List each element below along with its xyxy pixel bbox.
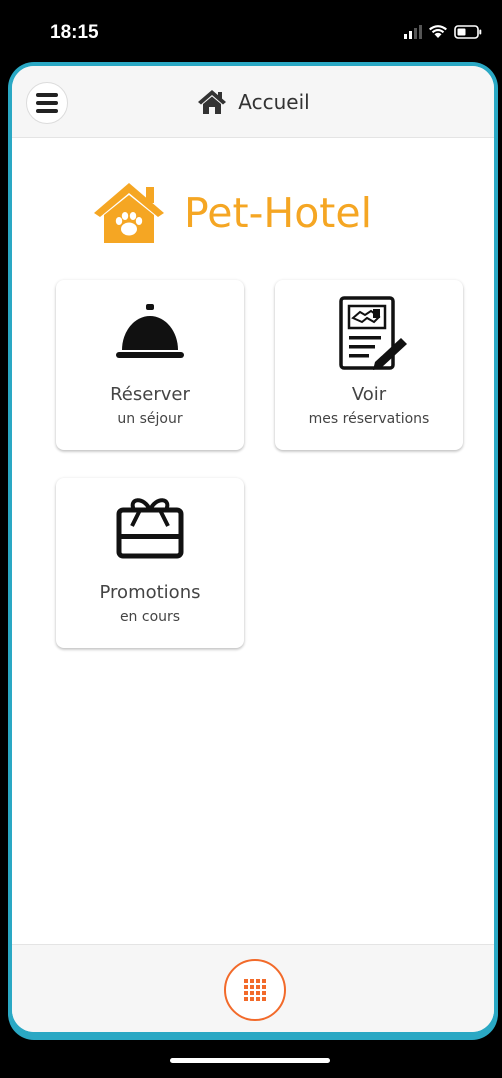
- hamburger-menu-button[interactable]: [26, 82, 68, 124]
- grid-menu-icon: [244, 979, 266, 1001]
- contract-handshake-icon: [339, 296, 407, 370]
- hamburger-icon: [36, 93, 58, 97]
- app-screen: Accueil Pet-Hotel Réserver un séjour Voi…: [12, 66, 494, 1032]
- brand-name: Pet-Hotel: [184, 189, 372, 237]
- house-paw-icon: [94, 183, 164, 243]
- status-bar: 18:15: [0, 0, 502, 62]
- app-frame: Accueil Pet-Hotel Réserver un séjour Voi…: [8, 62, 498, 1040]
- book-stay-card[interactable]: Réserver un séjour: [56, 280, 244, 450]
- page-title: Accueil: [238, 90, 310, 114]
- promotions-card[interactable]: Promotions en cours: [56, 478, 244, 648]
- grid-menu-button[interactable]: [224, 959, 286, 1021]
- status-time: 18:15: [50, 22, 99, 43]
- battery-icon: [454, 24, 482, 39]
- home-icon: [198, 90, 227, 114]
- card-title: Voir: [351, 384, 387, 405]
- view-bookings-card[interactable]: Voir mes réservations: [275, 280, 463, 450]
- page-title-group: Accueil: [12, 66, 494, 138]
- status-icons: [404, 24, 482, 39]
- card-subtitle: un séjour: [117, 411, 183, 427]
- wifi-icon: [429, 25, 447, 38]
- service-bell-icon: [116, 304, 184, 358]
- card-title: Réserver: [110, 384, 190, 405]
- card-subtitle: en cours: [119, 609, 181, 625]
- home-indicator: [170, 1058, 330, 1063]
- gift-card-icon: [116, 498, 184, 559]
- card-subtitle: mes réservations: [308, 411, 430, 427]
- card-title: Promotions: [99, 582, 201, 603]
- brand-logo: Pet-Hotel: [92, 181, 372, 245]
- top-bar: Accueil: [12, 66, 494, 138]
- bottom-bar: [12, 944, 494, 1032]
- signal-icon: [404, 24, 422, 39]
